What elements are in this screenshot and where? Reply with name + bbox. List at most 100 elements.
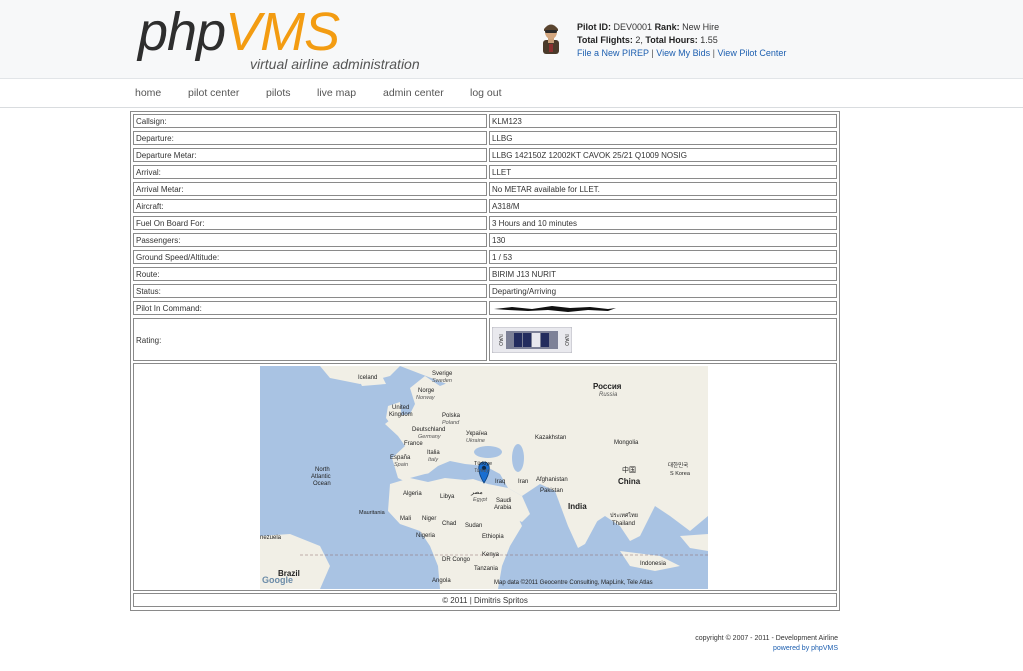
total-flights-label: Total Flights: [577, 35, 633, 45]
map-label: Indonesia [640, 561, 667, 567]
map-label: France [404, 441, 423, 447]
total-hours: 1.55 [700, 35, 718, 45]
table-footer-credit: © 2011 | Dimitris Spritos [133, 593, 837, 607]
logo-php: php [138, 2, 226, 62]
row-label: Departure Metar: [133, 148, 487, 162]
map-label: Kazakhstan [535, 435, 567, 441]
view-bids-link[interactable]: View My Bids [656, 48, 710, 58]
map-label: Thailand [612, 521, 636, 527]
map-label: DR Congo [442, 557, 471, 563]
map-attribution[interactable]: Map data ©2011 Geocentre Consulting, Map… [494, 580, 653, 586]
link-separator: | [651, 48, 654, 58]
row-value: 1 / 53 [489, 250, 837, 264]
row-value: LLBG 142150Z 12002KT CAVOK 25/21 Q1009 N… [489, 148, 837, 162]
map-label: Россия [593, 382, 622, 391]
map-label: Mauritania [359, 510, 385, 516]
map-label: Libya [440, 494, 455, 500]
map-label: Ethiopia [482, 534, 504, 540]
map-label: Kenya [482, 552, 500, 558]
row-value: Departing/Arriving [489, 284, 837, 298]
map-label: España [390, 455, 411, 461]
flight-map[interactable]: Iceland Sverige Sweden Norge Norway Росс… [260, 366, 708, 589]
map-label: Algeria [403, 491, 422, 497]
link-separator: | [712, 48, 715, 58]
row-label: Departure: [133, 131, 487, 145]
map-label: Germany [418, 434, 441, 440]
map-label: Türkiye [474, 461, 493, 467]
map-label: Nigeria [416, 533, 436, 539]
nav-live-map[interactable]: live map [317, 87, 356, 99]
nav-pilots[interactable]: pilots [266, 87, 291, 99]
google-logo[interactable]: Google [262, 575, 293, 585]
powered-by-link[interactable]: powered by phpVMS [773, 645, 838, 652]
map-label: North [315, 467, 330, 473]
pilot-rank: New Hire [682, 22, 720, 32]
row-value: LLET [489, 165, 837, 179]
file-pirep-link[interactable]: File a New PIREP [577, 48, 649, 58]
map-label: S Korea [670, 471, 690, 477]
row-label: Arrival: [133, 165, 487, 179]
map-label: ประเทศไทย [610, 513, 639, 519]
nav-pilot-center[interactable]: pilot center [188, 87, 239, 99]
pilot-rank-label: Rank: [654, 22, 680, 32]
logo-tagline: virtual airline administration [250, 56, 420, 72]
row-value: KLM123 [489, 114, 837, 128]
map-label: China [618, 477, 641, 486]
row-label: Ground Speed/Altitude: [133, 250, 487, 264]
map-label: Sudan [465, 523, 483, 529]
row-label: Pilot In Command: [133, 301, 487, 315]
row-value: IVAO IVAO [489, 318, 837, 361]
map-label: Turkey [474, 468, 489, 474]
map-label: Ukraine [466, 438, 485, 444]
row-label: Route: [133, 267, 487, 281]
map-label: Arabia [494, 505, 512, 511]
phpvms-logo[interactable]: phpVMS virtual airline administration [138, 4, 428, 72]
row-value: BIRIM J13 NURIT [489, 267, 837, 281]
pilot-id-label: Pilot ID: [577, 22, 611, 32]
map-label: Polska [442, 413, 461, 419]
pilot-summary: Pilot ID: DEV0001 Rank: New Hire Total F… [577, 21, 786, 60]
map-label: مصر [471, 490, 483, 496]
row-value: LLBG [489, 131, 837, 145]
map-label: India [568, 502, 587, 511]
row-value: A318/M [489, 199, 837, 213]
logo-vms: VMS [225, 2, 340, 62]
nav-log-out[interactable]: log out [470, 87, 502, 99]
map-label: Chad [442, 521, 457, 527]
map-label: Mongolia [614, 440, 639, 446]
row-label: Passengers: [133, 233, 487, 247]
row-label: Rating: [133, 318, 487, 361]
map-label: 대한민국 [668, 463, 689, 469]
map-label: Poland [442, 420, 460, 426]
map-label: Iceland [358, 375, 378, 381]
nav-admin-center[interactable]: admin center [383, 87, 444, 99]
map-label: Spain [394, 462, 409, 468]
total-hours-label: Total Hours: [645, 35, 698, 45]
map-label: Sverige [432, 371, 453, 377]
map-label: Atlantic [311, 474, 331, 480]
badge-right-text: IVAO [563, 334, 569, 346]
map-label: Norge [418, 388, 435, 394]
map-label: Kingdom [389, 412, 413, 418]
map-label: Angola [432, 578, 451, 584]
total-flights: 2, [635, 35, 643, 45]
map-label: Tanzania [474, 566, 499, 572]
map-label: Mali [400, 516, 412, 522]
logo-wordmark: phpVMS [138, 2, 340, 62]
map-label: United [392, 405, 410, 411]
row-label: Arrival Metar: [133, 182, 487, 196]
badge-left-text: IVAO [497, 334, 503, 346]
map-label: Pakistan [540, 488, 564, 494]
map-label: nezuela [260, 535, 282, 541]
row-value: No METAR available for LLET. [489, 182, 837, 196]
nav-home[interactable]: home [135, 87, 161, 99]
map-label: Egypt [473, 497, 488, 503]
view-pilot-center-link[interactable]: View Pilot Center [717, 48, 786, 58]
map-label: Afghanistan [536, 477, 568, 483]
map-label: Deutschland [412, 427, 446, 433]
site-copyright: copyright © 2007 - 2011 - Development Ai… [695, 635, 838, 642]
map-label: 中国 [622, 467, 636, 474]
row-label: Fuel On Board For: [133, 216, 487, 230]
map-label: Russia [599, 392, 618, 398]
pilot-avatar-icon [543, 24, 559, 54]
